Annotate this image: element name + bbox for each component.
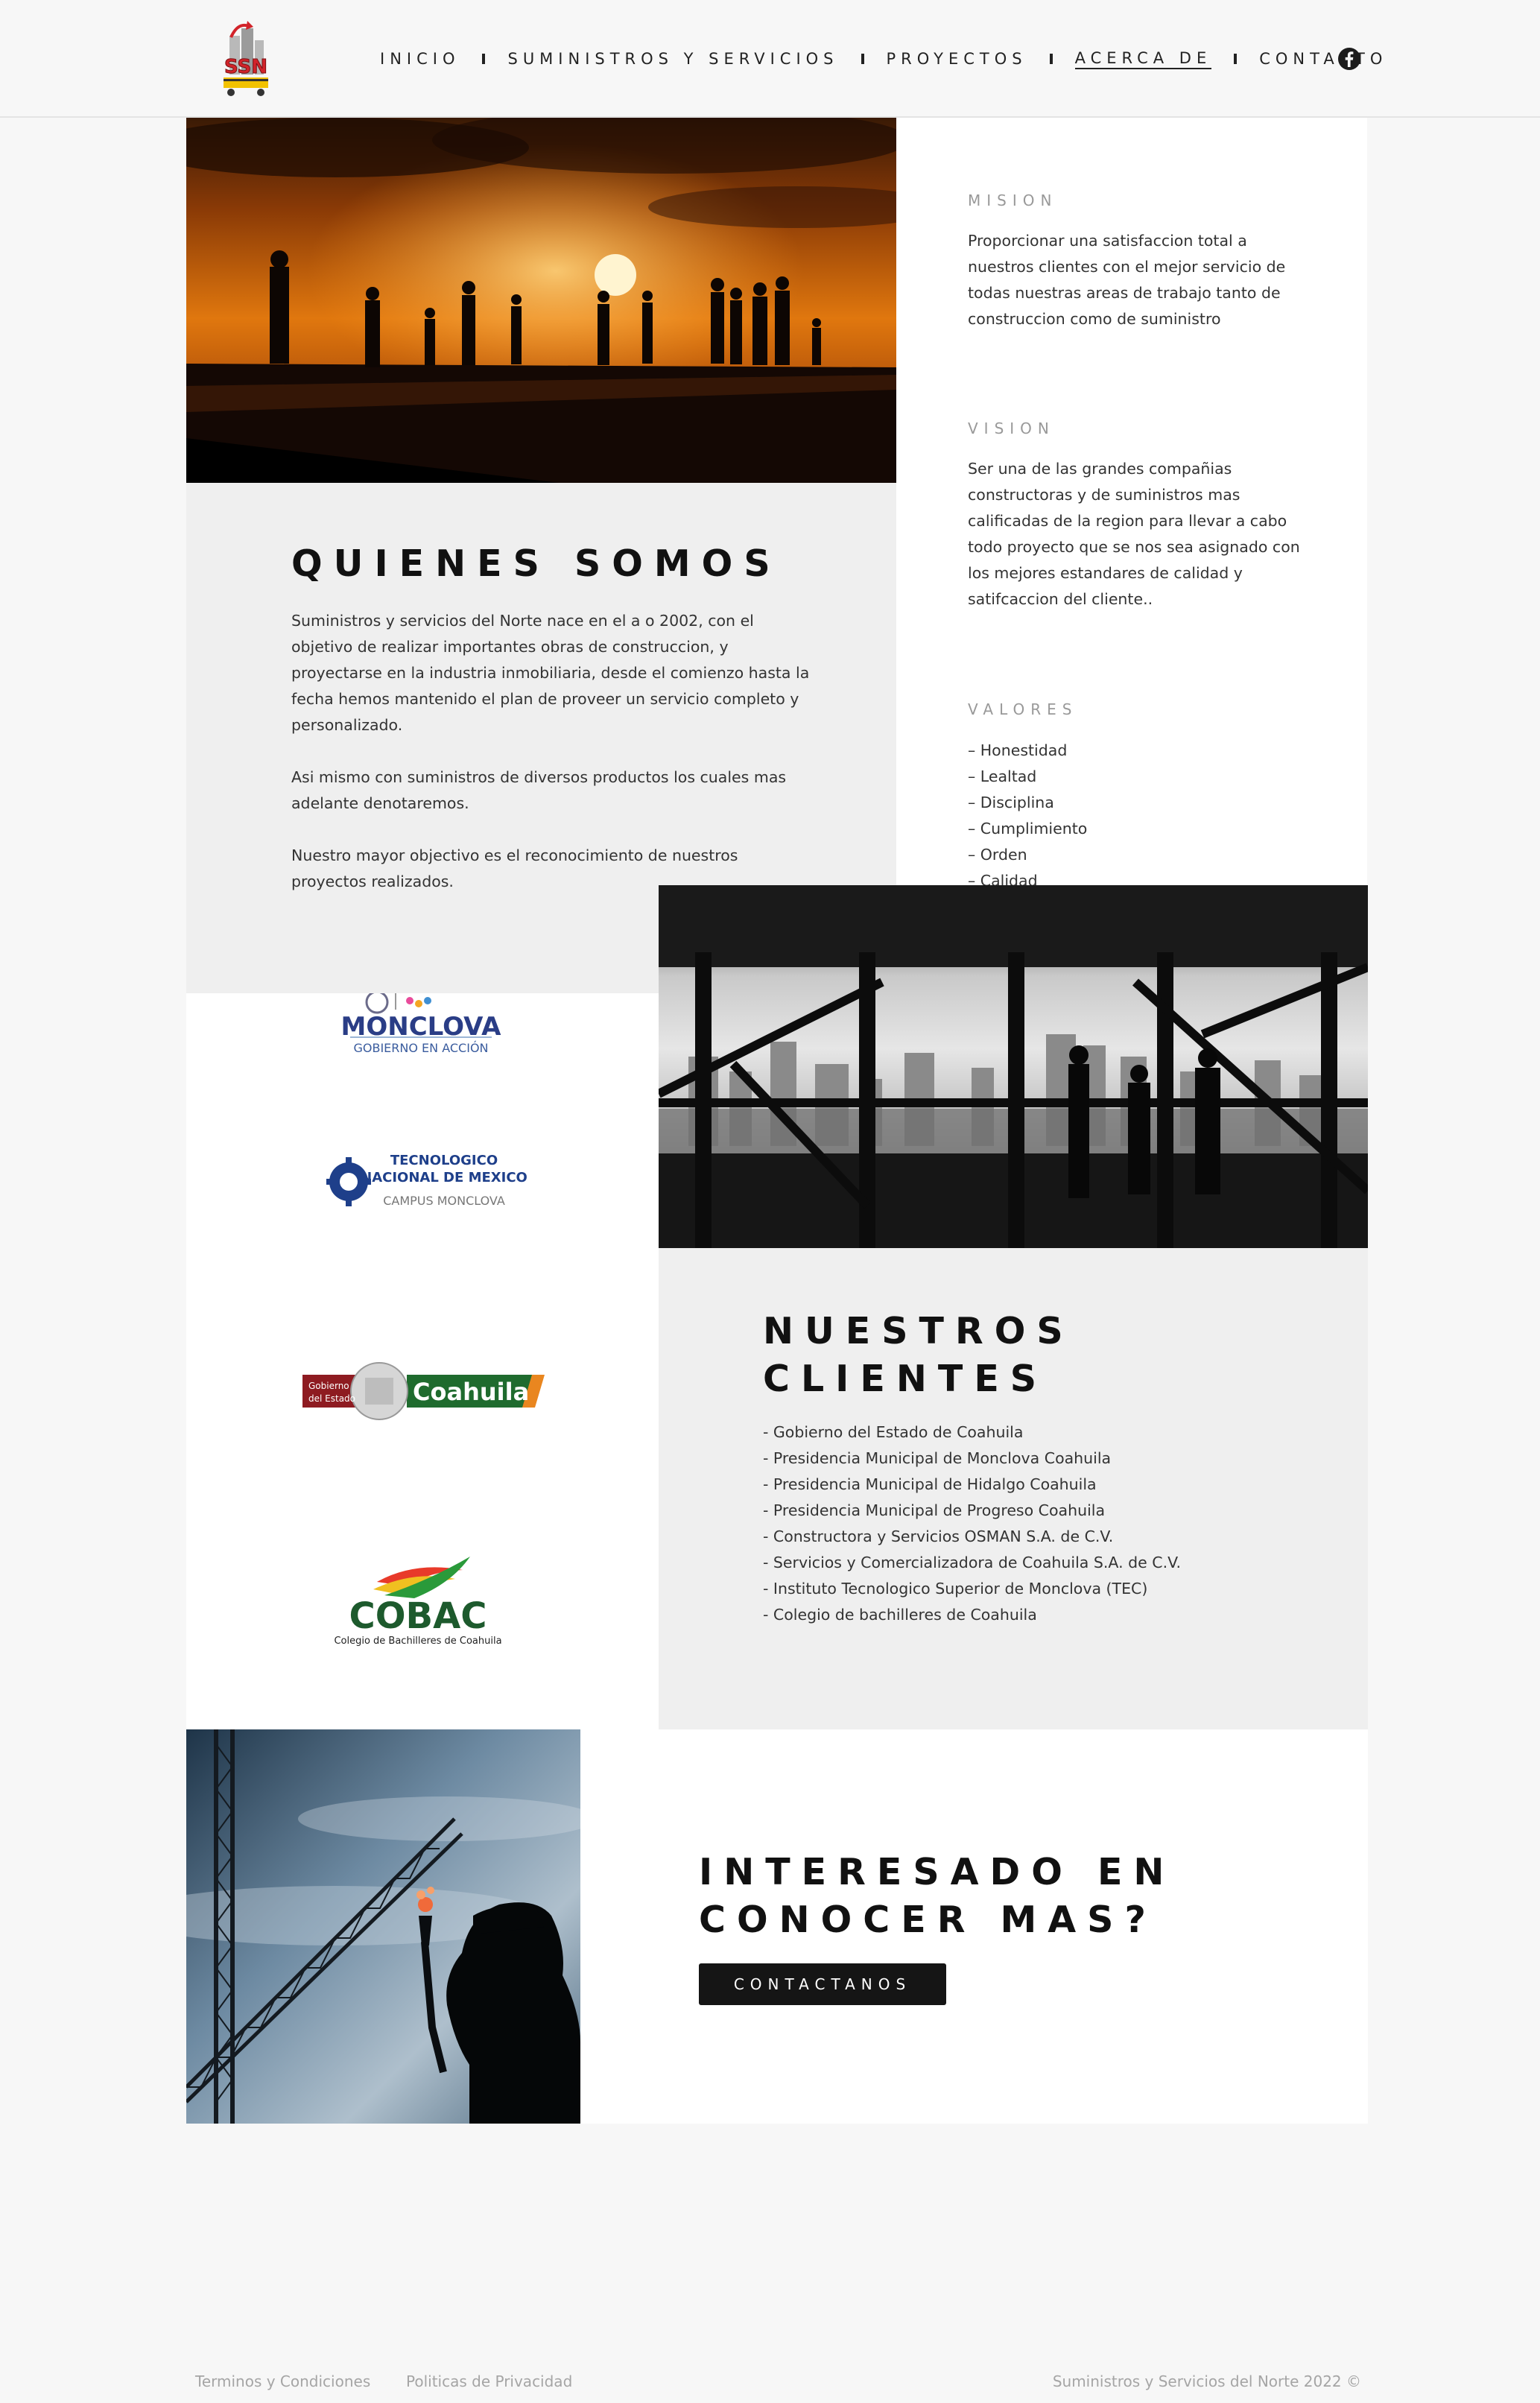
nav-suministros-y-servicios[interactable]: SUMINISTROS Y SERVICIOS [507,49,838,69]
privacy-link[interactable]: Politicas de Privacidad [406,2372,572,2390]
quienes-somos-title: QUIENES SOMOS [291,542,782,585]
nav-separator [482,54,486,64]
client-item: - Servicios y Comercializadora de Coahui… [763,1554,1181,1571]
city-office-photo [659,885,1368,1248]
welder-crane-photo [186,1729,580,2124]
nav-separator [861,54,864,64]
client-item: - Instituto Tecnologico Superior de Monc… [763,1580,1148,1598]
cta-title-line2: CONOCER MAS? [699,1899,1157,1941]
valores-list: – Honestidad – Lealtad – Disciplina – Cu… [968,738,1311,885]
workers-sunset-photo [186,118,896,483]
quienes-somos-body: Suministros y servicios del Norte nace e… [291,608,813,921]
nav-proyectos[interactable]: PROYECTOS [887,49,1027,69]
copyright-text: Suministros y Servicios del Norte 2022 © [1052,2372,1361,2390]
tec-line1: TECNOLOGICO [390,1153,498,1168]
cobac-sub: Colegio de Bachilleres de Coahuila [334,1636,501,1647]
terms-link[interactable]: Terminos y Condiciones [195,2372,370,2390]
client-item: - Presidencia Municipal de Monclova Coah… [763,1449,1112,1467]
vision-text: Ser una de las grandes compañias constru… [968,460,1300,608]
client-item: - Constructora y Servicios OSMAN S.A. de… [763,1527,1114,1545]
coahuila-name: Coahuila [413,1378,529,1406]
client-item: - Gobierno del Estado de Coahuila [763,1423,1024,1441]
nav-contacto[interactable]: CONTACTO [1259,49,1387,69]
valor-item: – Cumplimiento [968,820,1088,838]
contactanos-button[interactable]: CONTACTANOS [699,1963,946,2005]
company-logo[interactable]: SSN [216,15,276,104]
vision-label: VISION [968,420,1055,437]
valor-item: – Calidad [968,872,1038,885]
nav-separator [1234,54,1238,64]
coahuila-small2: del Estado [308,1393,355,1404]
client-item: - Presidencia Municipal de Hidalgo Coahu… [763,1475,1097,1493]
main-nav: INICIO SUMINISTROS Y SERVICIOS PROYECTOS… [380,49,1387,69]
valor-item: – Lealtad [968,767,1037,785]
client-logos-panel: MONCLOVA GOBIERNO EN ACCIÓN TECNOLOGICO … [186,993,659,1729]
about-paragraph: Suministros y servicios del Norte nace e… [291,612,810,734]
cta-title-line1: INTERESADO EN [699,1851,1176,1893]
mision-text: Proporcionar una satisfaccion total a nu… [968,232,1286,328]
cta-section: INTERESADO EN CONOCER MAS? CONTACTANOS [580,1729,1368,2124]
monclova-sub: GOBIERNO EN ACCIÓN [353,1041,488,1055]
site-header: SSN INICIO SUMINISTROS Y SERVICIOS PROYE… [0,0,1540,118]
logo-text: SSN [224,56,267,78]
cta-title: INTERESADO EN CONOCER MAS? [699,1849,1175,1944]
about-paragraph: Asi mismo con suministros de diversos pr… [291,768,787,812]
clients-title-line2: CLIENTES [763,1358,1048,1400]
coahuila-small1: Gobierno [308,1381,349,1391]
tecnologico-logo: TECNOLOGICO NACIONAL DE MEXICO CAMPUS MO… [326,1148,527,1215]
nav-acerca-de[interactable]: ACERCA DE [1074,48,1212,69]
nuestros-clientes-title: NUESTROS CLIENTES [763,1308,1074,1403]
tec-line2: NACIONAL DE MEXICO [361,1170,527,1185]
monclova-logo: MONCLOVA GOBIERNO EN ACCIÓN [335,993,507,1060]
mision-label: MISION [968,191,1058,209]
cobac-name: COBAC [349,1595,487,1637]
nav-inicio[interactable]: INICIO [380,49,460,69]
valor-item: – Disciplina [968,794,1054,811]
coahuila-logo: Gobierno del Estado Coahuila [302,1357,548,1424]
client-item: - Colegio de bachilleres de Coahuila [763,1606,1037,1624]
clients-list: - Gobierno del Estado de Coahuila - Pres… [763,1419,1181,1628]
facebook-icon[interactable] [1337,47,1361,71]
client-item: - Presidencia Municipal de Progreso Coah… [763,1501,1106,1519]
nav-separator [1049,54,1053,64]
tec-line3: CAMPUS MONCLOVA [383,1194,505,1208]
nuestros-clientes-section: NUESTROS CLIENTES - Gobierno del Estado … [659,1248,1368,1729]
valor-item: – Honestidad [968,741,1068,759]
cobac-logo: COBAC Colegio de Bachilleres de Coahuila [332,1554,519,1650]
mision-vision-valores-panel: MISION Proporcionar una satisfaccion tot… [896,118,1367,885]
valores-label: VALORES [968,700,1078,718]
clients-title-line1: NUESTROS [763,1310,1074,1352]
valor-item: – Orden [968,846,1027,864]
